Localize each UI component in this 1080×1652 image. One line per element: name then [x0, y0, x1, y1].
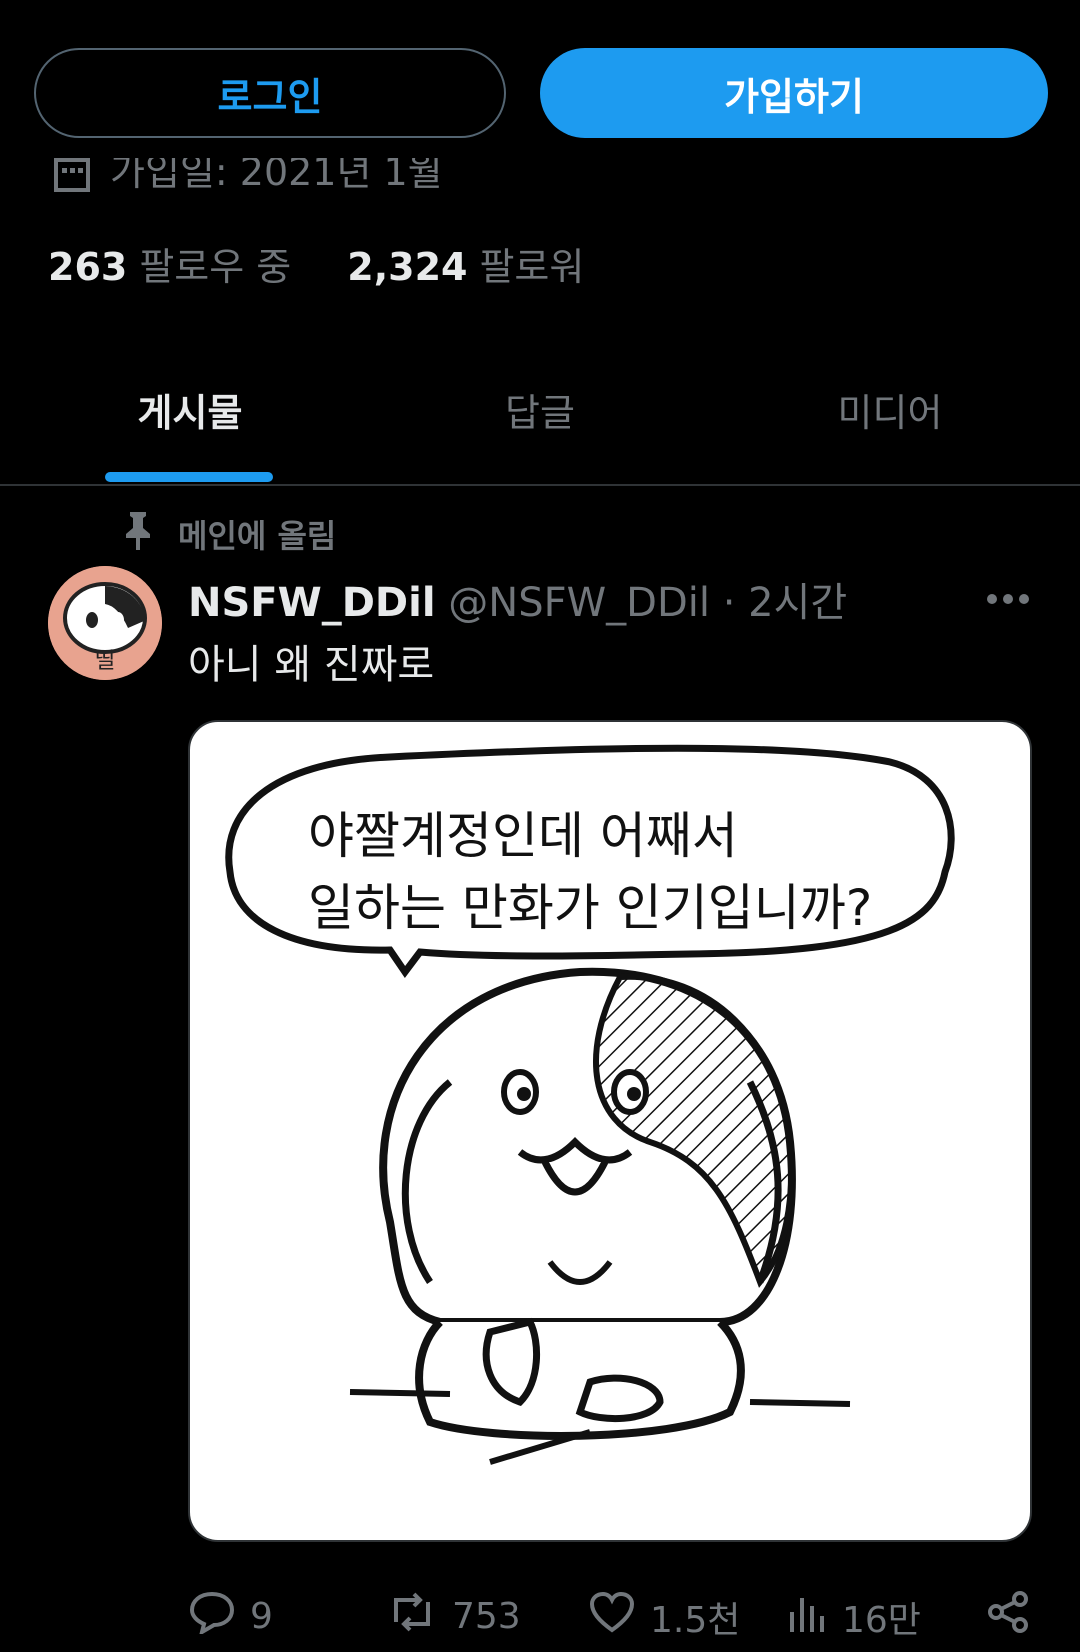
- more-options-icon[interactable]: [986, 572, 1030, 614]
- followers-link[interactable]: 2,324 팔로워: [347, 236, 584, 291]
- follow-stats: 263 팔로우 중 2,324 팔로워: [48, 236, 584, 291]
- pinned-indicator: 메인에 올림: [120, 510, 336, 558]
- following-link[interactable]: 263 팔로우 중: [48, 236, 291, 291]
- pinned-label: 메인에 올림: [178, 517, 337, 555]
- followers-label: 팔로워: [479, 245, 585, 289]
- bubble-line-2: 일하는 만화가 인기입니까?: [308, 879, 873, 937]
- like-count: 1.5천: [650, 1599, 741, 1641]
- tab-media[interactable]: 미디어: [810, 382, 970, 437]
- pin-icon: [120, 510, 156, 558]
- joined-date: 가입일: 2021년 1월: [52, 158, 443, 198]
- share-icon: [986, 1590, 1030, 1643]
- views-count: 16만: [842, 1599, 921, 1641]
- repost-icon: [386, 1590, 438, 1643]
- post-time[interactable]: · 2시간: [723, 580, 847, 626]
- avatar[interactable]: 띨: [48, 566, 162, 680]
- analytics-icon: [788, 1590, 828, 1643]
- joined-text: 가입일: 2021년 1월: [110, 158, 443, 194]
- repost-button[interactable]: 753: [386, 1590, 521, 1643]
- reply-count: 9: [250, 1596, 273, 1637]
- signup-button[interactable]: 가입하기: [540, 48, 1048, 138]
- post-header: NSFW_DDil @NSFW_DDil · 2시간: [188, 570, 847, 628]
- views-button[interactable]: 16만: [788, 1590, 921, 1643]
- tab-indicator: [105, 472, 273, 482]
- followers-count: 2,324: [347, 245, 468, 289]
- following-count: 263: [48, 245, 128, 289]
- tab-posts[interactable]: 게시물: [110, 382, 270, 437]
- post-text: 아니 왜 진짜로: [188, 642, 435, 688]
- calendar-icon: [52, 158, 92, 198]
- tab-replies[interactable]: 답글: [460, 382, 620, 437]
- author-handle[interactable]: @NSFW_DDil: [448, 580, 710, 626]
- share-button[interactable]: [986, 1590, 1030, 1643]
- bubble-line-1: 야짤계정인데 어째서: [308, 807, 738, 865]
- reply-icon: [188, 1590, 236, 1643]
- post-image[interactable]: 야짤계정인데 어째서 일하는 만화가 인기입니까?: [188, 720, 1032, 1542]
- like-button[interactable]: 1.5천: [588, 1590, 740, 1643]
- speech-bubble-text: 야짤계정인데 어째서 일하는 만화가 인기입니까?: [308, 800, 872, 944]
- author-name[interactable]: NSFW_DDil: [188, 580, 436, 626]
- repost-count: 753: [452, 1596, 521, 1637]
- following-label: 팔로우 중: [139, 245, 292, 289]
- tab-divider: [0, 484, 1080, 486]
- login-button[interactable]: 로그인: [34, 48, 506, 138]
- heart-icon: [588, 1590, 636, 1643]
- reply-button[interactable]: 9: [188, 1590, 273, 1643]
- avatar-text: 띨: [95, 649, 115, 674]
